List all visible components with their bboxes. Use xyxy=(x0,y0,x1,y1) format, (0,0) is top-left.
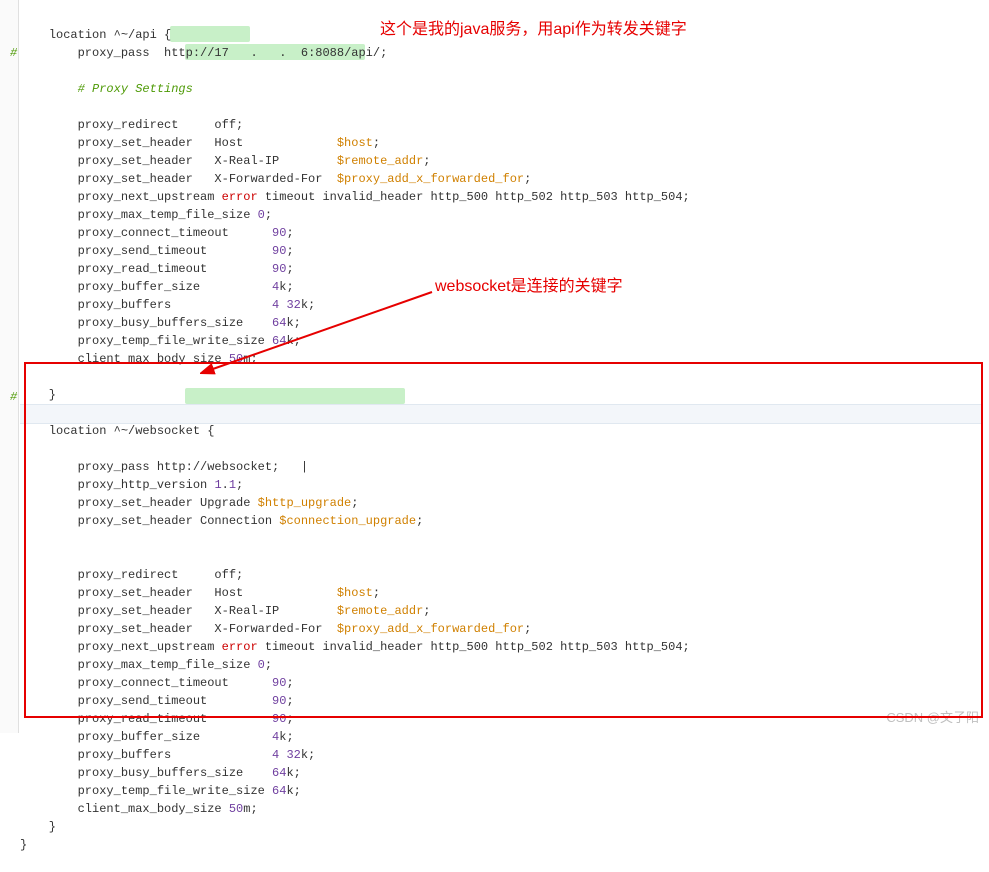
b2-busy-n: 64 xyxy=(272,766,286,780)
b1-bufsz-b: k; xyxy=(279,280,293,294)
b2-cmax-b: m; xyxy=(243,802,257,816)
b1-readto-n: 90 xyxy=(272,262,286,276)
b2-busy-a: proxy_busy_buffers_size xyxy=(20,766,272,780)
b1-next-b: timeout invalid_header http_500 http_502… xyxy=(258,190,690,204)
b1-realip-a: proxy_set_header X-Real-IP xyxy=(20,154,337,168)
b2-tempw-a: proxy_temp_file_write_size xyxy=(20,784,272,798)
b1-realip-v: $remote_addr xyxy=(337,154,423,168)
proxy-pass-blur: . . 6 xyxy=(229,46,308,60)
b1-maxtemp-a: proxy_max_temp_file_size xyxy=(20,208,258,222)
b1-sendto-a: proxy_send_timeout xyxy=(20,244,272,258)
b2-bufsz-a: proxy_buffer_size xyxy=(20,730,272,744)
b1-bufsz-a: proxy_buffer_size xyxy=(20,280,272,294)
b1-maxtemp-n: 0 xyxy=(258,208,265,222)
proxy-settings-comment: # Proxy Settings xyxy=(20,82,193,96)
annotation-websocket: websocket是连接的关键字 xyxy=(435,275,623,299)
hash-1: # xyxy=(10,44,17,62)
b1-bufs-n1: 4 xyxy=(272,298,279,312)
highlight-box-websocket xyxy=(24,362,983,718)
b1-tempw-a: proxy_temp_file_write_size xyxy=(20,334,272,348)
b1-next-err: error xyxy=(222,190,258,204)
b1-host-a: proxy_set_header Host xyxy=(20,136,337,150)
location-api: location ^~/api { xyxy=(49,28,171,42)
b1-connto-n: 90 xyxy=(272,226,286,240)
b1-busy-n: 64 xyxy=(272,316,286,330)
b2-bufs-a: proxy_buffers xyxy=(20,748,272,762)
b1-redirect: proxy_redirect off; xyxy=(20,118,243,132)
line-gutter xyxy=(0,0,19,733)
b2-cmax-a: client_max_body_size xyxy=(20,802,229,816)
b1-fwd-v: $proxy_add_x_forwarded_for xyxy=(337,172,524,186)
b1-tempw-n: 64 xyxy=(272,334,286,348)
b1-fwd-a: proxy_set_header X-Forwarded-For xyxy=(20,172,337,186)
b1-readto-a: proxy_read_timeout xyxy=(20,262,272,276)
b1-busy-a: proxy_busy_buffers_size xyxy=(20,316,272,330)
b2-bufs-n2: 32 xyxy=(286,748,300,762)
final-brace: } xyxy=(20,838,27,852)
b1-host-v: $host xyxy=(337,136,373,150)
b2-bufsz-b: k; xyxy=(279,730,293,744)
hash-2: # xyxy=(10,388,17,406)
b1-bufs-a: proxy_buffers xyxy=(20,298,272,312)
b1-connto-a: proxy_connect_timeout xyxy=(20,226,272,240)
b1-next-a: proxy_next_upstream xyxy=(20,190,222,204)
b2-tempw-n: 64 xyxy=(272,784,286,798)
annotation-api: 这个是我的java服务，用api作为转发关键字 xyxy=(380,18,687,42)
b1-sendto-n: 90 xyxy=(272,244,286,258)
b2-cmax-n: 50 xyxy=(229,802,243,816)
b2-bufs-n1: 4 xyxy=(272,748,279,762)
b2-close: } xyxy=(20,820,56,834)
b1-bufs-n2: 32 xyxy=(286,298,300,312)
proxy-pass-api-a: proxy_pass http://17 xyxy=(20,46,229,60)
proxy-pass-api-b: :8088/api/; xyxy=(308,46,387,60)
